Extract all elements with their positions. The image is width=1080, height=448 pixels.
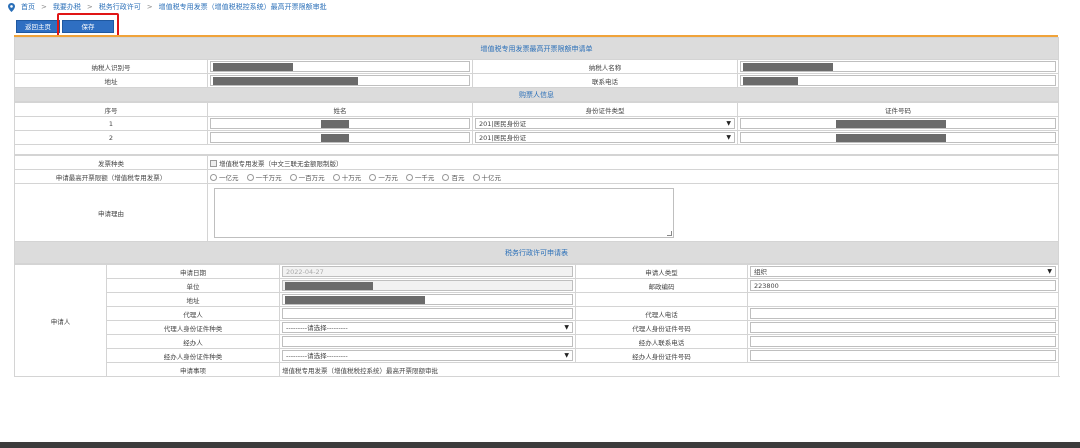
invoice-info-table: 发票种类 增值税专用发票（中文三联无金额限制版） 申请最高开票限额（增值税专用发… <box>14 155 1059 264</box>
limit-application-table: 增值税专用发票最高开票限额申请单 纳税人识别号 纳税人名称 地址 联系电话 购票… <box>14 37 1059 102</box>
apply-date-field: 2022-04-27 <box>282 266 573 277</box>
breadcrumb-tax-service[interactable]: 我要办税 <box>53 2 81 12</box>
limit-option-1m[interactable]: 一百万元 <box>290 172 325 182</box>
applicant-type-label: 申请人类型 <box>575 264 748 279</box>
resize-handle-icon[interactable] <box>667 230 672 236</box>
matter-value: 增值税专用发票（增值税税控系统）最高开票限额审批 <box>279 362 1059 377</box>
dropdown-arrow-icon: ▼ <box>564 352 569 359</box>
window-bottom-bar <box>0 442 1080 448</box>
buyer-id-type-select[interactable]: 201|居民身份证 ▼ <box>475 118 735 129</box>
agent-phone-label: 代理人电话 <box>575 306 748 321</box>
handler-phone-label: 经办人联系电话 <box>575 334 748 349</box>
application-form: 增值税专用发票最高开票限额申请单 纳税人识别号 纳税人名称 地址 联系电话 购票… <box>14 37 1059 377</box>
applicant-label: 申请人 <box>14 264 107 377</box>
dropdown-arrow-icon: ▼ <box>564 324 569 331</box>
spacer-row <box>14 144 1059 155</box>
limit-label: 申请最高开票限额（增值税专用发票） <box>14 169 208 184</box>
buyer-table: 序号 姓名 身份证件类型 证件号码 1 201|居民身份证 ▼ 2 201|居民身… <box>14 102 1059 155</box>
limit-option-100[interactable]: 百元 <box>442 172 464 182</box>
handler-label: 经办人 <box>106 334 280 349</box>
limit-option-100m[interactable]: 一亿元 <box>210 172 239 182</box>
agent-label: 代理人 <box>106 306 280 321</box>
permit-address-label: 地址 <box>106 292 280 307</box>
empty-cell <box>575 292 748 307</box>
reason-label: 申请理由 <box>14 183 208 242</box>
handler-id-type-select[interactable]: ---------请选择--------- ▼ <box>282 350 573 361</box>
taxpayer-id-label: 纳税人识别号 <box>14 59 208 74</box>
invoice-type-label: 发票种类 <box>14 155 208 170</box>
empty-cell <box>747 292 1059 307</box>
taxpayer-name-field[interactable] <box>740 61 1056 72</box>
handler-id-no-label: 经办人身份证件号码 <box>575 348 748 363</box>
buyer-header-name: 姓名 <box>207 102 473 117</box>
table-row: 2 201|居民身份证 ▼ <box>14 130 1059 145</box>
limit-option-10k[interactable]: 一万元 <box>369 172 398 182</box>
buyer-no: 2 <box>14 130 208 145</box>
taxpayer-name-label: 纳税人名称 <box>472 59 738 74</box>
applicant-type-select[interactable]: 组织 ▼ <box>750 266 1056 277</box>
buyer-name-field[interactable] <box>210 132 470 143</box>
agent-id-type-select[interactable]: ---------请选择--------- ▼ <box>282 322 573 333</box>
permit-section-title: 税务行政许可申请表 <box>14 241 1059 264</box>
postcode-label: 邮政编码 <box>575 278 748 293</box>
dropdown-arrow-icon: ▼ <box>726 120 731 127</box>
matter-label: 申请事项 <box>106 362 280 377</box>
taxpayer-id-field[interactable] <box>210 61 470 72</box>
breadcrumb-separator: > <box>146 3 153 11</box>
handler-field[interactable] <box>282 336 573 347</box>
postcode-field[interactable]: 223800 <box>750 280 1056 291</box>
buyer-header-no: 序号 <box>14 102 208 117</box>
dropdown-arrow-icon: ▼ <box>726 134 731 141</box>
limit-option-1k[interactable]: 一千元 <box>406 172 435 182</box>
address-label: 地址 <box>14 73 208 88</box>
reason-textarea[interactable] <box>214 187 674 238</box>
buyer-header-id-type: 身份证件类型 <box>472 102 738 117</box>
dropdown-arrow-icon: ▼ <box>1047 268 1052 275</box>
buyer-no: 1 <box>14 116 208 131</box>
handler-phone-field[interactable] <box>750 336 1056 347</box>
phone-label: 联系电话 <box>472 73 738 88</box>
apply-date-label: 申请日期 <box>106 264 280 279</box>
table-row: 1 201|居民身份证 ▼ <box>14 116 1059 131</box>
buyer-id-no-field[interactable] <box>740 118 1056 129</box>
permit-table: 申请人 申请日期 2022-04-27 申请人类型 组织 ▼ 单位 邮政编码 22… <box>14 264 1059 377</box>
agent-field[interactable] <box>282 308 573 319</box>
invoice-type-checkbox[interactable]: 增值税专用发票（中文三联无金额限制版） <box>210 160 343 168</box>
handler-id-no-field[interactable] <box>750 350 1056 361</box>
phone-field[interactable] <box>740 75 1056 86</box>
unit-label: 单位 <box>106 278 280 293</box>
location-pin-icon <box>8 2 15 12</box>
buyer-id-type-select[interactable]: 201|居民身份证 ▼ <box>475 132 735 143</box>
agent-id-no-field[interactable] <box>750 322 1056 333</box>
breadcrumb-separator: > <box>86 3 93 11</box>
unit-field <box>282 280 573 291</box>
buyer-section-title: 购票人信息 <box>14 87 1059 102</box>
limit-option-1b[interactable]: 十亿元 <box>473 172 502 182</box>
buyer-name-field[interactable] <box>210 118 470 129</box>
agent-phone-field[interactable] <box>750 308 1056 319</box>
permit-address-field[interactable] <box>282 294 573 305</box>
agent-id-no-label: 代理人身份证件号码 <box>575 320 748 335</box>
buyer-id-no-field[interactable] <box>740 132 1056 143</box>
breadcrumb: 首页 > 我要办税 > 税务行政许可 > 增值税专用发票（增值税税控系统）最高开… <box>8 2 327 12</box>
agent-id-type-label: 代理人身份证件种类 <box>106 320 280 335</box>
buyer-header-id-no: 证件号码 <box>737 102 1059 117</box>
breadcrumb-home[interactable]: 首页 <box>21 2 35 12</box>
limit-option-10m[interactable]: 一千万元 <box>247 172 282 182</box>
breadcrumb-current: 增值税专用发票（增值税税控系统）最高开票限额审批 <box>158 3 327 11</box>
limit-option-100k[interactable]: 十万元 <box>333 172 362 182</box>
handler-id-type-label: 经办人身份证件种类 <box>106 348 280 363</box>
address-field[interactable] <box>210 75 470 86</box>
breadcrumb-admin-permit[interactable]: 税务行政许可 <box>99 2 141 12</box>
back-home-button[interactable]: 返回主页 <box>16 20 60 33</box>
form-title: 增值税专用发票最高开票限额申请单 <box>14 37 1059 60</box>
breadcrumb-separator: > <box>41 3 47 11</box>
